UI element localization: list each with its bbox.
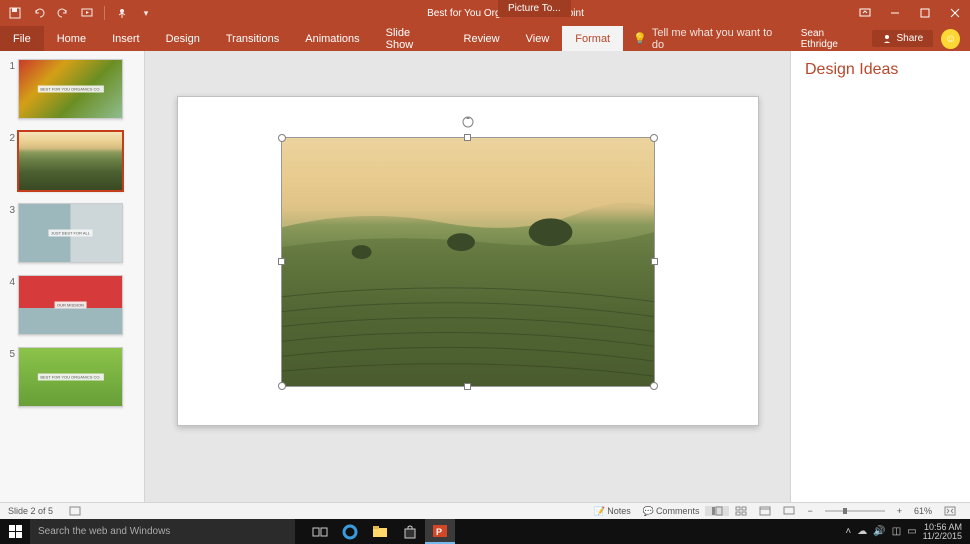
thumb-number: 1 [4,59,18,119]
thumb-number: 3 [4,203,18,263]
slide-thumbnail[interactable]: OUR MISSION [18,275,123,335]
share-icon [882,34,892,44]
status-bar: Slide 2 of 5 📝 Notes 💬 Comments − + 61% [0,502,970,519]
slide-canvas-area[interactable] [145,51,790,502]
zoom-slider[interactable] [819,506,891,516]
feedback-smiley-icon[interactable]: ☺ [941,29,960,49]
notes-button[interactable]: 📝 Notes [588,506,637,517]
design-ideas-pane: Design Ideas [790,51,970,502]
task-view-icon[interactable] [305,519,335,544]
store-icon[interactable] [395,519,425,544]
ribbon-display-options-icon[interactable] [850,0,880,26]
close-icon[interactable] [940,0,970,26]
share-label: Share [896,33,923,44]
user-name[interactable]: Sean Ethridge [789,28,873,50]
file-tab[interactable]: File [0,26,44,51]
qat-separator [104,6,105,20]
redo-icon[interactable] [56,6,70,20]
fit-to-window-icon[interactable] [938,506,962,516]
undo-icon[interactable] [32,6,46,20]
slide-thumbnail[interactable]: BEST FOR YOU ORGANICS CO. [18,347,123,407]
network-icon[interactable]: ◫ [892,526,901,537]
resize-handle-w[interactable] [278,258,285,265]
start-button[interactable] [0,525,30,538]
minimize-icon[interactable] [880,0,910,26]
tab-animations[interactable]: Animations [292,26,372,51]
tab-review[interactable]: Review [451,26,513,51]
current-slide[interactable] [177,96,759,426]
resize-handle-se[interactable] [650,382,658,390]
slide-thumbnail[interactable]: JUST BEST FOR ALL [18,203,123,263]
workspace: 1 BEST FOR YOU ORGANICS CO. 2 3 JUST BES… [0,51,970,502]
save-icon[interactable] [8,6,22,20]
tab-design[interactable]: Design [153,26,213,51]
vineyard-image [282,138,654,386]
start-from-beginning-icon[interactable] [80,6,94,20]
svg-text:P: P [436,527,442,537]
slideshow-view-icon[interactable] [777,506,801,516]
taskbar-search[interactable]: Search the web and Windows [30,519,295,544]
slide-thumbnails-panel: 1 BEST FOR YOU ORGANICS CO. 2 3 JUST BES… [0,51,145,502]
action-center-icon[interactable]: ▭ [907,526,916,537]
design-ideas-title: Design Ideas [805,61,956,79]
slide-sorter-view-icon[interactable] [729,506,753,516]
slide-thumbnail[interactable]: BEST FOR YOU ORGANICS CO. [18,59,123,119]
comments-button[interactable]: 💬 Comments [637,506,706,517]
ribbon: File Home Insert Design Transitions Anim… [0,26,970,51]
lightbulb-icon: 💡 [633,32,647,45]
resize-handle-nw[interactable] [278,134,286,142]
zoom-out-icon[interactable]: − [801,506,818,516]
resize-handle-n[interactable] [464,134,471,141]
slide-indicator[interactable]: Slide 2 of 5 [8,506,53,516]
zoom-in-icon[interactable]: + [891,506,908,516]
tell-me[interactable]: 💡 Tell me what you want to do [623,27,789,51]
maximize-icon[interactable] [910,0,940,26]
powerpoint-taskbar-icon[interactable]: P [425,519,455,544]
file-explorer-icon[interactable] [365,519,395,544]
resize-handle-e[interactable] [651,258,658,265]
title-bar: ▾ Best for You Organics - PowerPoint Pic… [0,0,970,26]
thumb-number: 5 [4,347,18,407]
tab-home[interactable]: Home [44,26,99,51]
slide-thumbnail[interactable] [18,131,123,191]
touch-mode-icon[interactable] [115,6,129,20]
share-button[interactable]: Share [872,30,933,47]
tab-insert[interactable]: Insert [99,26,153,51]
tab-transitions[interactable]: Transitions [213,26,292,51]
tab-slide-show[interactable]: Slide Show [373,26,451,51]
system-tray: ˄ ☁ 🔊 ◫ ▭ 10:56 AM 11/2/2015 [845,523,970,541]
reading-view-icon[interactable] [753,506,777,516]
selected-picture[interactable] [281,137,655,387]
onedrive-icon[interactable]: ☁ [857,526,867,537]
normal-view-icon[interactable] [705,506,729,516]
windows-taskbar: Search the web and Windows P ˄ ☁ 🔊 ◫ ▭ 1… [0,519,970,544]
edge-icon[interactable] [335,519,365,544]
taskbar-clock[interactable]: 10:56 AM 11/2/2015 [923,523,962,541]
resize-handle-ne[interactable] [650,134,658,142]
tab-format[interactable]: Format [562,26,623,51]
resize-handle-s[interactable] [464,383,471,390]
quick-access-toolbar: ▾ [0,6,161,20]
tray-chevron-icon[interactable]: ˄ [845,526,851,537]
spellcheck-icon[interactable] [63,506,87,516]
volume-icon[interactable]: 🔊 [873,526,885,537]
zoom-level[interactable]: 61% [908,506,938,516]
thumb-number: 2 [4,131,18,191]
resize-handle-sw[interactable] [278,382,286,390]
qat-dropdown-icon[interactable]: ▾ [139,6,153,20]
tell-me-text: Tell me what you want to do [652,27,779,51]
tab-view[interactable]: View [513,26,563,51]
rotate-handle[interactable] [461,115,475,129]
contextual-tab-label: Picture To... [498,0,571,17]
thumb-number: 4 [4,275,18,335]
